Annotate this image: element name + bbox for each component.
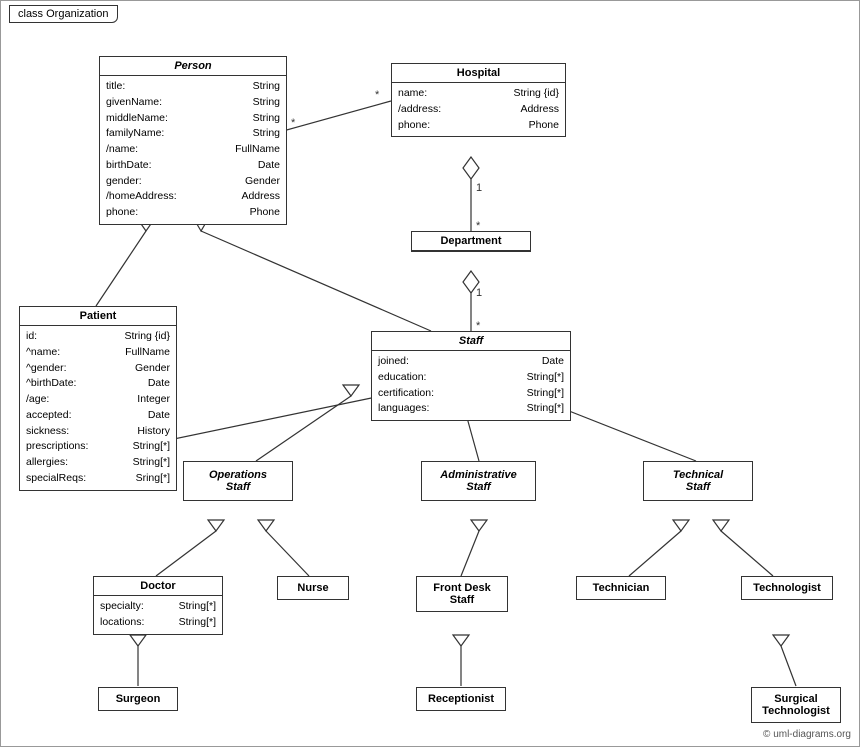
patient-class: Patient id:String {id} ^name:FullName ^g… [19,306,177,491]
diagram-title: class Organization [9,5,118,23]
front-desk-staff-class: Front DeskStaff [416,576,508,612]
patient-title: Patient [20,307,176,326]
receptionist-class: Receptionist [416,687,506,711]
administrative-staff-title: AdministrativeStaff [426,466,531,496]
svg-text:*: * [291,117,296,129]
surgeon-class: Surgeon [98,687,178,711]
copyright: © uml-diagrams.org [763,729,851,740]
person-attrs: title:String givenName:String middleName… [100,76,286,224]
staff-class: Staff joined:Date education:String[*] ce… [371,331,571,421]
patient-attrs: id:String {id} ^name:FullName ^gender:Ge… [20,326,176,490]
hospital-class: Hospital name:String {id} /address:Addre… [391,63,566,137]
operations-staff-title: OperationsStaff [188,466,288,496]
svg-text:1: 1 [476,182,482,194]
technical-staff-title: TechnicalStaff [648,466,748,496]
person-title: Person [100,57,286,76]
hospital-attrs: name:String {id} /address:Address phone:… [392,83,565,136]
technician-class: Technician [576,576,666,600]
operations-staff-class: OperationsStaff [183,461,293,501]
department-class: Department [411,231,531,252]
svg-text:1: 1 [476,287,482,299]
doctor-title: Doctor [94,577,222,596]
department-title: Department [412,232,530,251]
diagram-container: class Organization * * 1 * 1 * [0,0,860,747]
surgical-technologist-class: SurgicalTechnologist [751,687,841,723]
svg-text:*: * [375,89,380,101]
administrative-staff-class: AdministrativeStaff [421,461,536,501]
technical-staff-class: TechnicalStaff [643,461,753,501]
nurse-class: Nurse [277,576,349,600]
staff-title: Staff [372,332,570,351]
staff-attrs: joined:Date education:String[*] certific… [372,351,570,420]
person-class: Person title:String givenName:String mid… [99,56,287,225]
doctor-class: Doctor specialty:String[*] locations:Str… [93,576,223,635]
hospital-title: Hospital [392,64,565,83]
doctor-attrs: specialty:String[*] locations:String[*] [94,596,222,634]
technologist-class: Technologist [741,576,833,600]
